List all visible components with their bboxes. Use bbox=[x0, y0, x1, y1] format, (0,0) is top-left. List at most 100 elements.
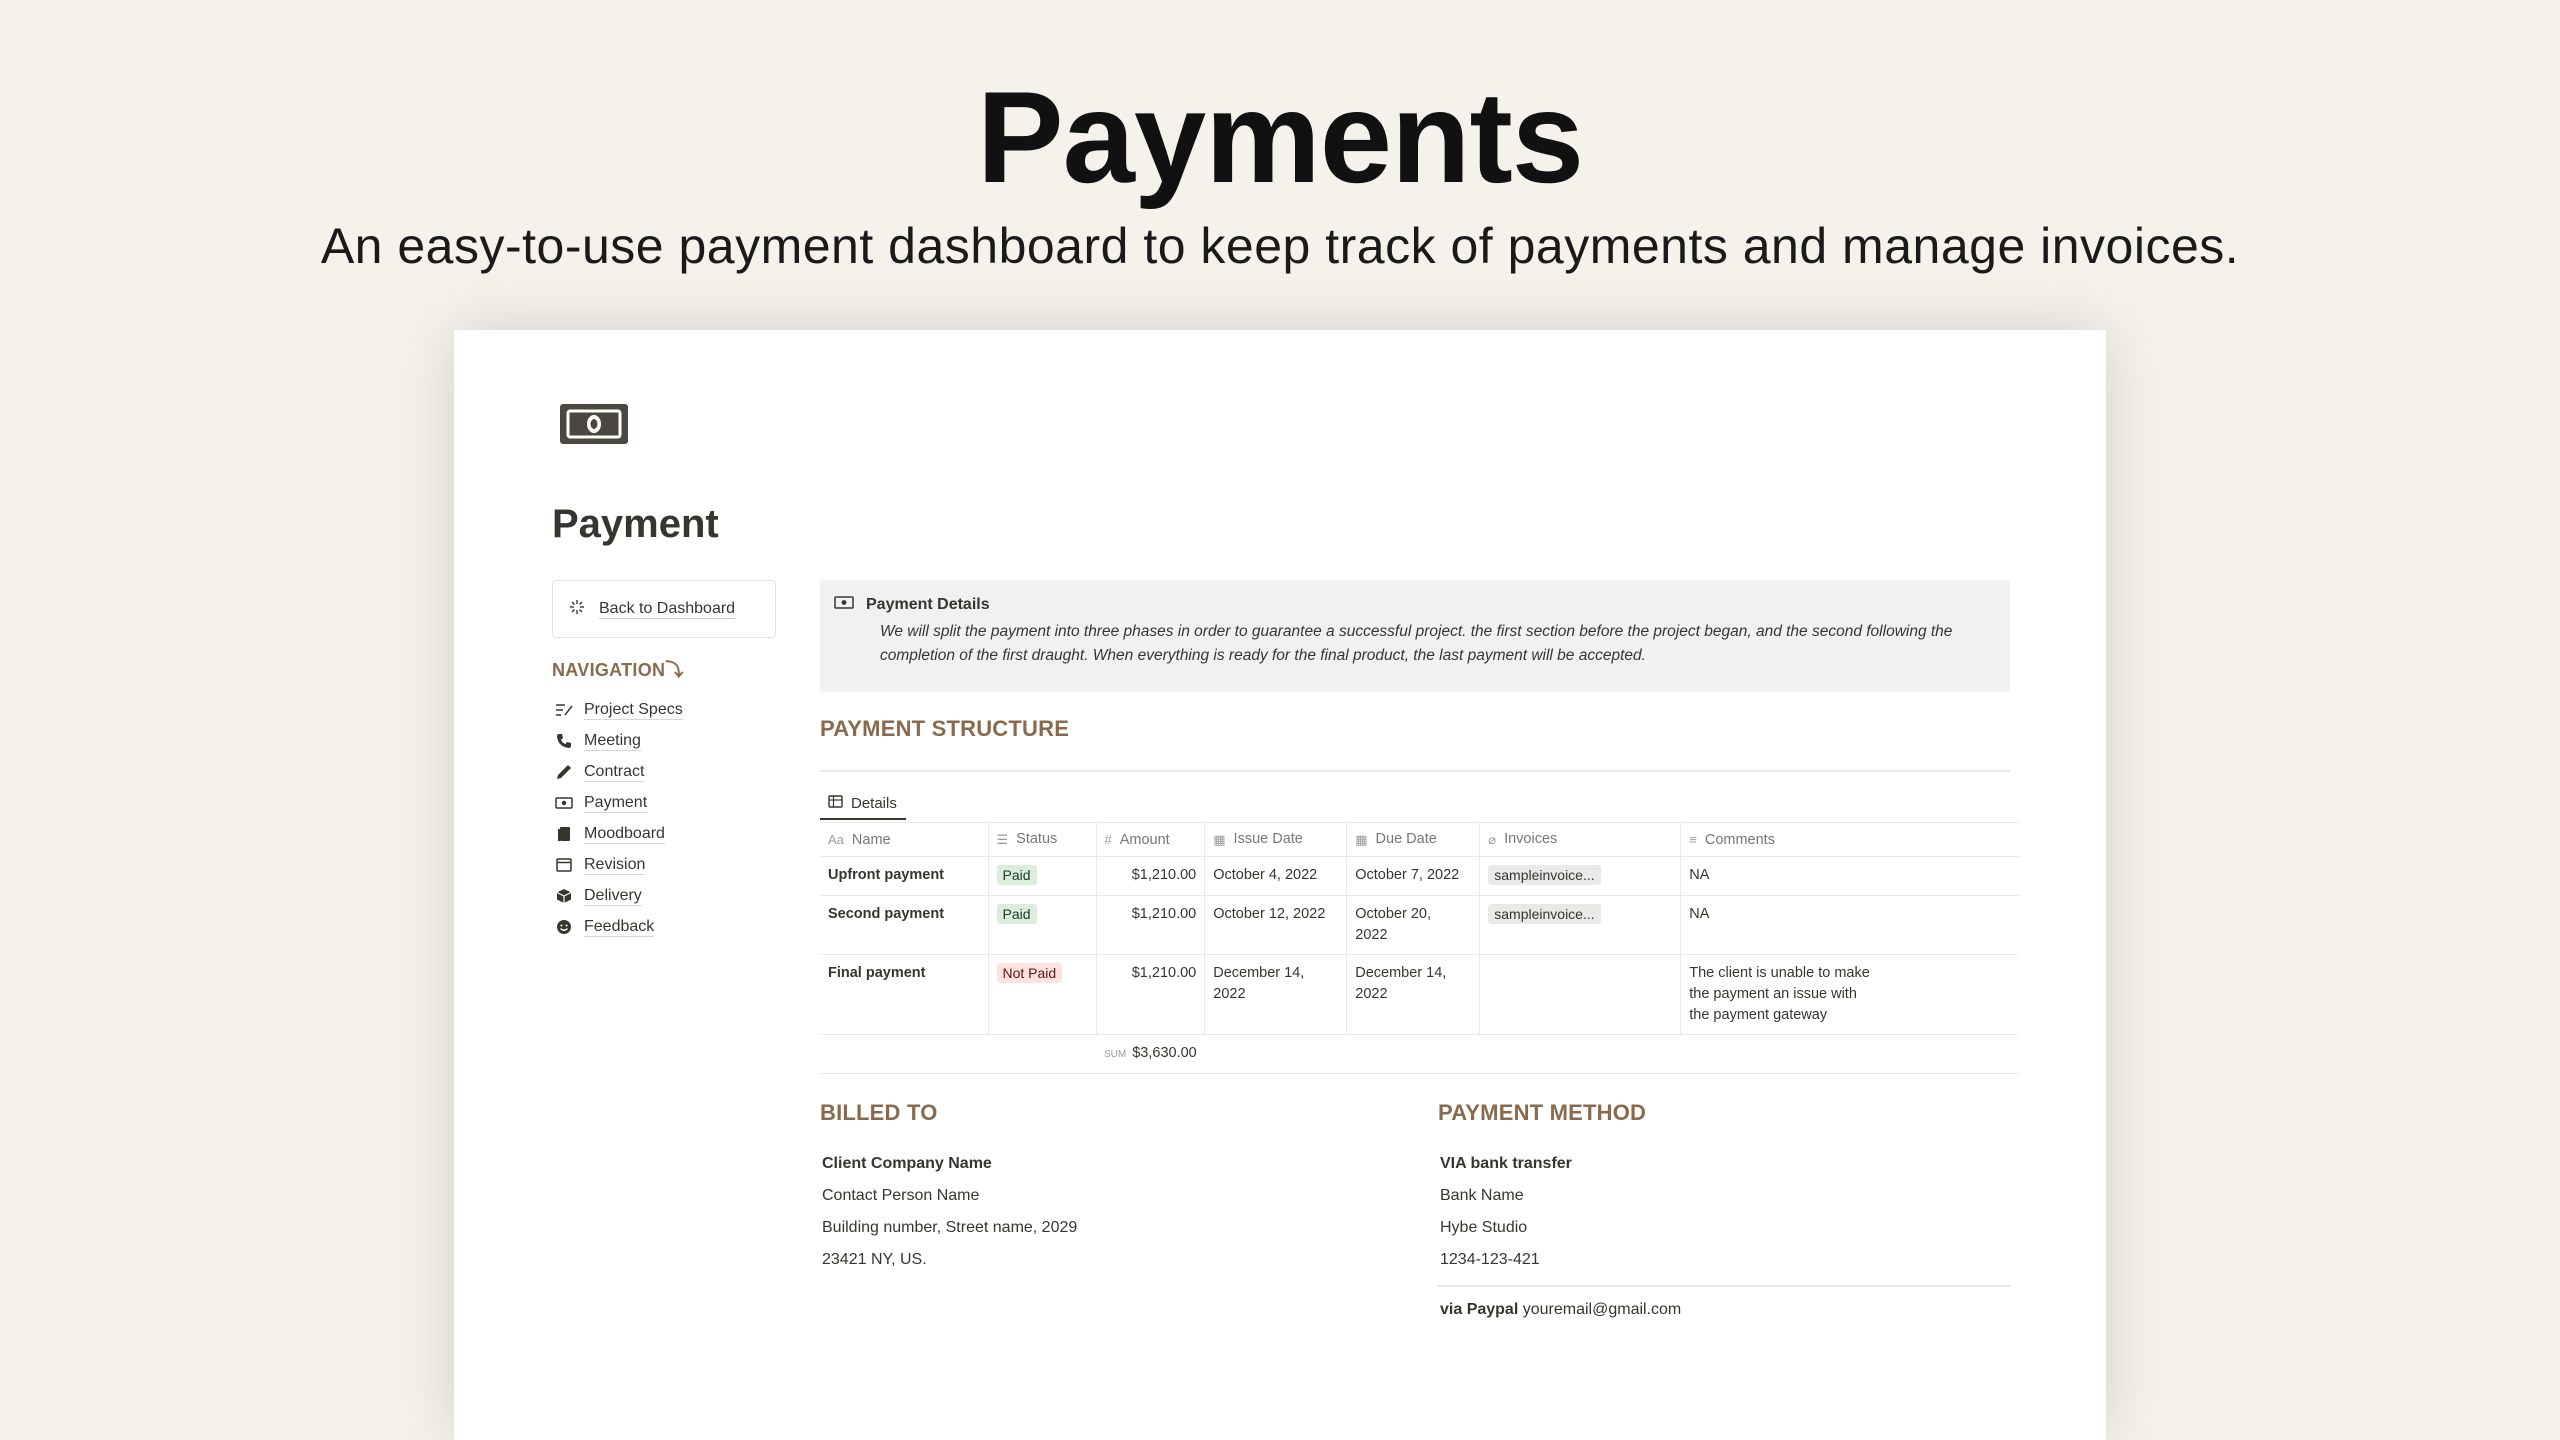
account-name: Hybe Studio bbox=[1440, 1219, 1528, 1236]
client-city: 23421 NY, US. bbox=[822, 1251, 927, 1268]
cell-due-date[interactable]: October 7, 2022 bbox=[1346, 856, 1481, 896]
status-badge: Paid bbox=[996, 865, 1037, 885]
nav-item-meeting[interactable]: Meeting bbox=[554, 725, 774, 756]
column-header-invoices[interactable]: ⌀ Invoices bbox=[1479, 822, 1682, 857]
table-icon bbox=[828, 794, 843, 812]
column-header-comments[interactable]: ≡ Comments bbox=[1680, 822, 2019, 857]
nav-item-project-specs[interactable]: Project Specs bbox=[554, 694, 774, 725]
nav-list: Project Specs Meeting Contract Payment M… bbox=[554, 694, 774, 942]
phone-icon bbox=[554, 731, 574, 751]
cell-issue-date[interactable]: December 14, 2022 bbox=[1204, 954, 1348, 1035]
edit-list-icon bbox=[554, 700, 574, 720]
paypal-label: via Paypal bbox=[1440, 1301, 1519, 1318]
billed-to-block: Client Company Name Contact Person Name … bbox=[822, 1148, 1077, 1276]
payment-method-heading: PAYMENT METHOD bbox=[1438, 1100, 1647, 1125]
hero-subtitle: An easy-to-use payment dashboard to keep… bbox=[320, 218, 2240, 274]
nav-item-moodboard[interactable]: Moodboard bbox=[554, 818, 774, 849]
cell-due-date[interactable]: December 14, 2022 bbox=[1346, 954, 1481, 1035]
nav-item-contract[interactable]: Contract bbox=[554, 756, 774, 787]
account-number: 1234-123-421 bbox=[1440, 1251, 1540, 1268]
package-icon bbox=[554, 886, 574, 906]
list-icon: ☰ bbox=[996, 831, 1009, 847]
cell-status[interactable]: Not Paid bbox=[988, 954, 1097, 1035]
window-icon bbox=[554, 855, 574, 875]
payment-method-block: VIA bank transfer Bank Name Hybe Studio … bbox=[1440, 1148, 1572, 1276]
cell-due-date[interactable]: October 20, 2022 bbox=[1346, 895, 1481, 955]
column-header-due-date[interactable]: ▦ Due Date bbox=[1346, 822, 1481, 857]
cell-invoices[interactable] bbox=[1479, 954, 1682, 1035]
nav-item-payment[interactable]: Payment bbox=[554, 787, 774, 818]
paypal-line: via Paypal youremail@gmail.com bbox=[1440, 1294, 1681, 1326]
clipboard-icon bbox=[554, 824, 574, 844]
text-icon: ≡ bbox=[1689, 832, 1697, 848]
divider bbox=[1438, 1285, 2010, 1287]
nav-heading: NAVIGATION⤵ bbox=[552, 660, 684, 680]
column-header-status[interactable]: ☰ Status bbox=[988, 822, 1097, 857]
billed-to-heading: BILLED TO bbox=[820, 1100, 938, 1125]
cell-comments[interactable]: NA bbox=[1680, 856, 2019, 896]
column-header-issue-date[interactable]: ▦ Issue Date bbox=[1204, 822, 1348, 857]
invoice-file-chip[interactable]: sampleinvoice... bbox=[1488, 904, 1601, 924]
cell-name[interactable]: Second payment bbox=[820, 895, 989, 955]
calendar-icon: ▦ bbox=[1355, 831, 1368, 847]
column-header-name[interactable]: Aa Name bbox=[820, 822, 989, 857]
cell-issue-date[interactable]: October 4, 2022 bbox=[1204, 856, 1348, 896]
nav-item-label: Delivery bbox=[584, 886, 642, 906]
notion-page: Payment Back to Dashboard NAVIGATION⤵ Pr… bbox=[454, 330, 2106, 1440]
pencil-icon bbox=[554, 762, 574, 782]
status-badge: Not Paid bbox=[996, 963, 1063, 983]
cell-comments[interactable]: NA bbox=[1680, 895, 2019, 955]
paperclip-icon: ⌀ bbox=[1488, 831, 1497, 847]
table-row[interactable]: Second payment Paid $1,210.00 October 12… bbox=[820, 895, 2019, 955]
smiley-icon bbox=[554, 917, 574, 937]
sparkle-icon bbox=[569, 599, 585, 620]
view-tab-label: Details bbox=[851, 794, 897, 812]
cell-amount[interactable]: $1,210.00 bbox=[1096, 856, 1206, 896]
nav-item-label: Feedback bbox=[584, 917, 655, 937]
nav-item-revision[interactable]: Revision bbox=[554, 849, 774, 880]
nav-item-label: Revision bbox=[584, 855, 646, 875]
cell-name[interactable]: Upfront payment bbox=[820, 856, 989, 896]
nav-item-label: Project Specs bbox=[584, 700, 683, 720]
callout-title: Payment Details bbox=[866, 596, 990, 613]
number-icon: # bbox=[1104, 832, 1112, 848]
cell-invoices[interactable]: sampleinvoice... bbox=[1479, 856, 1682, 896]
divider bbox=[820, 770, 2010, 772]
banknote-icon bbox=[834, 596, 854, 614]
callout-body: We will split the payment into three pha… bbox=[880, 623, 1953, 664]
back-to-dashboard-button[interactable]: Back to Dashboard bbox=[552, 580, 776, 638]
hero-title: Payments bbox=[976, 64, 1584, 210]
cell-amount[interactable]: $1,210.00 bbox=[1096, 954, 1206, 1035]
invoice-file-chip[interactable]: sampleinvoice... bbox=[1488, 865, 1601, 885]
banknote-icon[interactable] bbox=[558, 402, 630, 446]
table-row[interactable]: Upfront payment Paid $1,210.00 October 4… bbox=[820, 856, 2019, 896]
view-tab-details[interactable]: Details bbox=[820, 788, 906, 820]
table-header-row: Aa Name ☰ Status # Amount ▦ Issue Date ▦ Due … bbox=[820, 822, 2019, 857]
cell-status[interactable]: Paid bbox=[988, 856, 1097, 896]
payment-details-callout: Payment Details We will split the paymen… bbox=[820, 580, 2010, 692]
status-badge: Paid bbox=[996, 904, 1037, 924]
cell-amount[interactable]: $1,210.00 bbox=[1096, 895, 1206, 955]
nav-item-delivery[interactable]: Delivery bbox=[554, 880, 774, 911]
calendar-icon: ▦ bbox=[1213, 831, 1226, 847]
client-address: Building number, Street name, 2029 bbox=[822, 1219, 1078, 1236]
payment-structure-heading: PAYMENT STRUCTURE bbox=[820, 716, 1070, 741]
table-row[interactable]: Final payment Not Paid $1,210.00 Decembe… bbox=[820, 954, 2019, 1035]
back-to-dashboard-label: Back to Dashboard bbox=[599, 600, 736, 619]
paypal-email[interactable]: youremail@gmail.com bbox=[1523, 1301, 1682, 1318]
nav-item-label: Meeting bbox=[584, 731, 641, 751]
banknote-icon bbox=[554, 793, 574, 813]
cell-invoices[interactable]: sampleinvoice... bbox=[1479, 895, 1682, 955]
nav-item-label: Payment bbox=[584, 793, 648, 813]
payment-table: Aa Name ☰ Status # Amount ▦ Issue Date ▦ Due … bbox=[820, 822, 2019, 1074]
sum-label: SUM bbox=[1104, 1049, 1127, 1060]
cell-status[interactable]: Paid bbox=[988, 895, 1097, 955]
cell-name[interactable]: Final payment bbox=[820, 954, 989, 1035]
page-title: Payment bbox=[552, 502, 719, 546]
nav-item-feedback[interactable]: Feedback bbox=[554, 911, 774, 942]
nav-item-label: Moodboard bbox=[584, 824, 665, 844]
sum-cell[interactable]: SUM $3,630.00 bbox=[1096, 1034, 1205, 1074]
column-header-amount[interactable]: # Amount bbox=[1096, 822, 1206, 857]
cell-issue-date[interactable]: October 12, 2022 bbox=[1204, 895, 1348, 955]
cell-comments[interactable]: The client is unable to make the payment… bbox=[1680, 954, 2019, 1035]
